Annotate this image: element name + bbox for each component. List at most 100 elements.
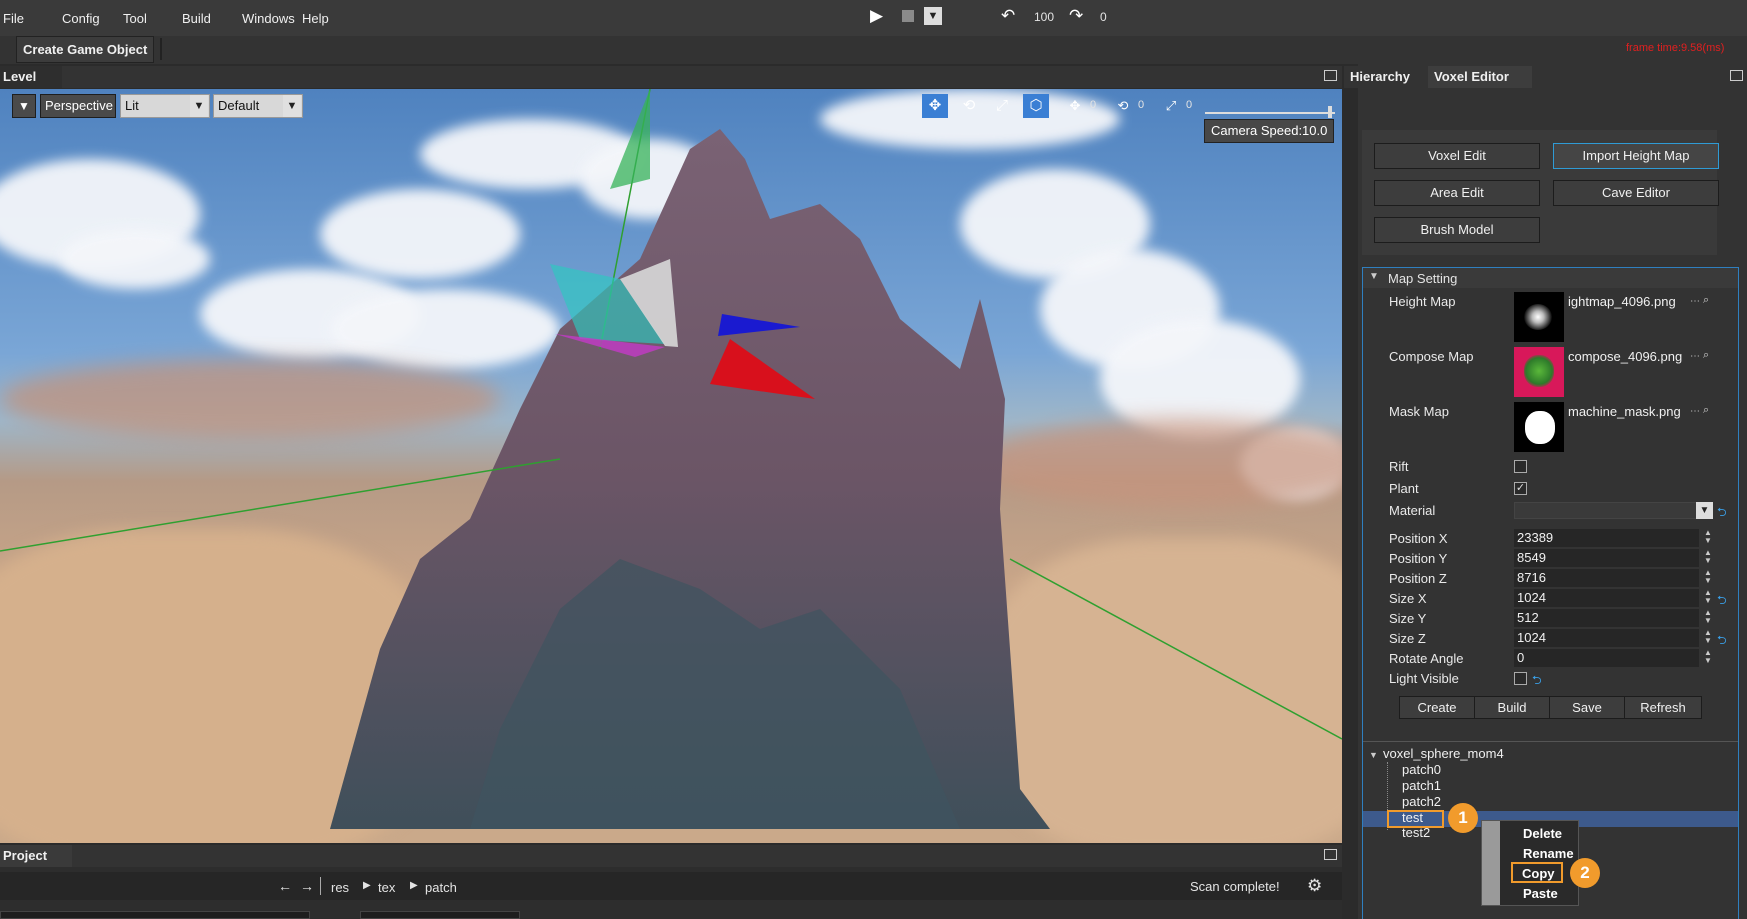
- area-edit-button[interactable]: Area Edit: [1374, 180, 1540, 206]
- context-delete[interactable]: Delete: [1523, 826, 1562, 841]
- perspective-button[interactable]: Perspective: [40, 94, 116, 118]
- context-paste[interactable]: Paste: [1523, 886, 1558, 901]
- menu-help[interactable]: Help: [302, 11, 329, 26]
- menu-windows[interactable]: Windows: [242, 11, 295, 26]
- redo-icon[interactable]: ↷: [1069, 6, 1083, 26]
- create-button[interactable]: Create: [1399, 696, 1475, 719]
- compose-map-thumbnail[interactable]: [1514, 347, 1564, 397]
- create-game-object-button[interactable]: Create Game Object: [16, 36, 155, 63]
- tree-item[interactable]: patch0: [1402, 762, 1441, 777]
- stepper-icon[interactable]: ▲ ▼: [1703, 529, 1713, 547]
- local-space-icon[interactable]: ⬡: [1023, 94, 1049, 118]
- context-rename[interactable]: Rename: [1523, 846, 1574, 861]
- chevron-right-icon: ▶: [363, 880, 371, 891]
- light-visible-checkbox[interactable]: [1514, 672, 1527, 685]
- link-icon[interactable]: ⮌: [1717, 503, 1727, 524]
- tree-item-selected[interactable]: test: [1402, 810, 1423, 825]
- tree-item[interactable]: patch1: [1402, 778, 1441, 793]
- search-icon[interactable]: ⌕: [1703, 349, 1709, 362]
- position-y-input[interactable]: 8549: [1514, 549, 1699, 567]
- menu-tool[interactable]: Tool: [123, 11, 147, 26]
- move-snap-icon[interactable]: ✥: [1062, 94, 1088, 118]
- rift-checkbox[interactable]: [1514, 460, 1527, 473]
- pin-icon[interactable]: [1730, 70, 1743, 81]
- build-button[interactable]: Build: [1474, 696, 1550, 719]
- brush-model-button[interactable]: Brush Model: [1374, 217, 1540, 243]
- breadcrumb-res[interactable]: res: [331, 880, 349, 895]
- breadcrumb-tex[interactable]: tex: [378, 880, 395, 895]
- tree-item[interactable]: patch2: [1402, 794, 1441, 809]
- stop-icon[interactable]: [902, 10, 914, 22]
- size-z-label: Size Z: [1389, 631, 1426, 646]
- material-select[interactable]: [1514, 502, 1699, 519]
- back-arrow-icon[interactable]: ←: [278, 878, 292, 894]
- rotate-tool-icon[interactable]: ⟲: [956, 94, 982, 118]
- move-tool-icon[interactable]: ✥: [922, 94, 948, 118]
- position-x-input[interactable]: 23389: [1514, 529, 1699, 547]
- tree-item[interactable]: test2: [1402, 825, 1430, 840]
- size-x-input[interactable]: 1024: [1514, 589, 1699, 607]
- level-panel-title: Level: [3, 69, 37, 84]
- browse-icon[interactable]: ⋯: [1690, 296, 1700, 307]
- pause-dropdown-icon[interactable]: ▼: [924, 7, 942, 25]
- undo-icon[interactable]: ↶: [1001, 6, 1015, 26]
- camera-speed-slider[interactable]: [1205, 112, 1335, 114]
- expand-triangle-icon[interactable]: ▼: [1369, 271, 1379, 282]
- pin-icon[interactable]: [1324, 70, 1337, 81]
- stepper-icon[interactable]: ▲ ▼: [1703, 629, 1713, 647]
- context-copy[interactable]: Copy: [1522, 866, 1555, 881]
- mask-map-file: machine_mask.png: [1568, 404, 1681, 419]
- search-icon[interactable]: ⌕: [1703, 404, 1709, 417]
- search-input[interactable]: [0, 911, 310, 919]
- stepper-icon[interactable]: ▲ ▼: [1703, 649, 1713, 667]
- position-x-label: Position X: [1389, 531, 1448, 546]
- link-icon[interactable]: ⮌: [1717, 631, 1727, 652]
- link-icon[interactable]: ⮌: [1532, 671, 1542, 692]
- position-z-input[interactable]: 8716: [1514, 569, 1699, 587]
- link-icon[interactable]: ⮌: [1717, 591, 1727, 612]
- rotate-angle-input[interactable]: 0: [1514, 649, 1699, 667]
- size-z-input[interactable]: 1024: [1514, 629, 1699, 647]
- save-button[interactable]: Save: [1549, 696, 1625, 719]
- map-setting-header[interactable]: ▼ Map Setting: [1363, 268, 1738, 288]
- mask-map-thumbnail[interactable]: [1514, 402, 1564, 452]
- expand-triangle-icon[interactable]: ▼: [1369, 750, 1378, 760]
- search-icon[interactable]: ⌕: [1703, 294, 1709, 307]
- play-icon[interactable]: ▶: [870, 6, 883, 26]
- forward-arrow-icon[interactable]: →: [300, 878, 314, 894]
- cave-editor-button[interactable]: Cave Editor: [1553, 180, 1719, 206]
- stepper-icon[interactable]: ▲ ▼: [1703, 589, 1713, 607]
- stepper-icon[interactable]: ▲ ▼: [1703, 609, 1713, 627]
- scene-viewport[interactable]: ▼ Perspective Lit ▼ Default ▼ ✥ ⟲ ⤢ ⬡ ✥ …: [0, 89, 1342, 843]
- plant-checkbox[interactable]: ✓: [1514, 482, 1527, 495]
- height-map-thumbnail[interactable]: [1514, 292, 1564, 342]
- scale-tool-icon[interactable]: ⤢: [989, 94, 1015, 118]
- size-y-input[interactable]: 512: [1514, 609, 1699, 627]
- tab-voxel-editor[interactable]: Voxel Editor: [1434, 69, 1509, 84]
- rotate-snap-icon[interactable]: ⟲: [1110, 94, 1136, 118]
- chevron-down-icon[interactable]: ▼: [283, 95, 301, 117]
- tab-hierarchy[interactable]: Hierarchy: [1350, 69, 1410, 84]
- menu-config[interactable]: Config: [62, 11, 100, 26]
- pin-icon[interactable]: [1324, 849, 1337, 860]
- stepper-icon[interactable]: ▲ ▼: [1703, 549, 1713, 567]
- menu-file[interactable]: File: [3, 11, 24, 26]
- voxel-edit-button[interactable]: Voxel Edit: [1374, 143, 1540, 169]
- browse-icon[interactable]: ⋯: [1690, 351, 1700, 362]
- import-height-map-button[interactable]: Import Height Map: [1553, 143, 1719, 169]
- scale-snap-icon[interactable]: ⤢: [1158, 94, 1184, 118]
- chevron-down-icon[interactable]: ▼: [1696, 502, 1713, 519]
- map-setting-title: Map Setting: [1388, 271, 1458, 286]
- filter-icon[interactable]: ▼: [12, 94, 36, 118]
- breadcrumb-patch[interactable]: patch: [425, 880, 457, 895]
- refresh-button[interactable]: Refresh: [1624, 696, 1702, 719]
- chevron-down-icon[interactable]: ▼: [190, 95, 208, 117]
- browse-icon[interactable]: ⋯: [1690, 406, 1700, 417]
- camera-speed-slider-handle[interactable]: [1328, 106, 1332, 118]
- level-panel-header: Level: [0, 66, 1342, 88]
- tree-root[interactable]: voxel_sphere_mom4: [1383, 746, 1504, 761]
- filter-input[interactable]: [360, 911, 520, 919]
- stepper-icon[interactable]: ▲ ▼: [1703, 569, 1713, 587]
- menu-build[interactable]: Build: [182, 11, 211, 26]
- gear-icon[interactable]: ⚙: [1307, 876, 1322, 896]
